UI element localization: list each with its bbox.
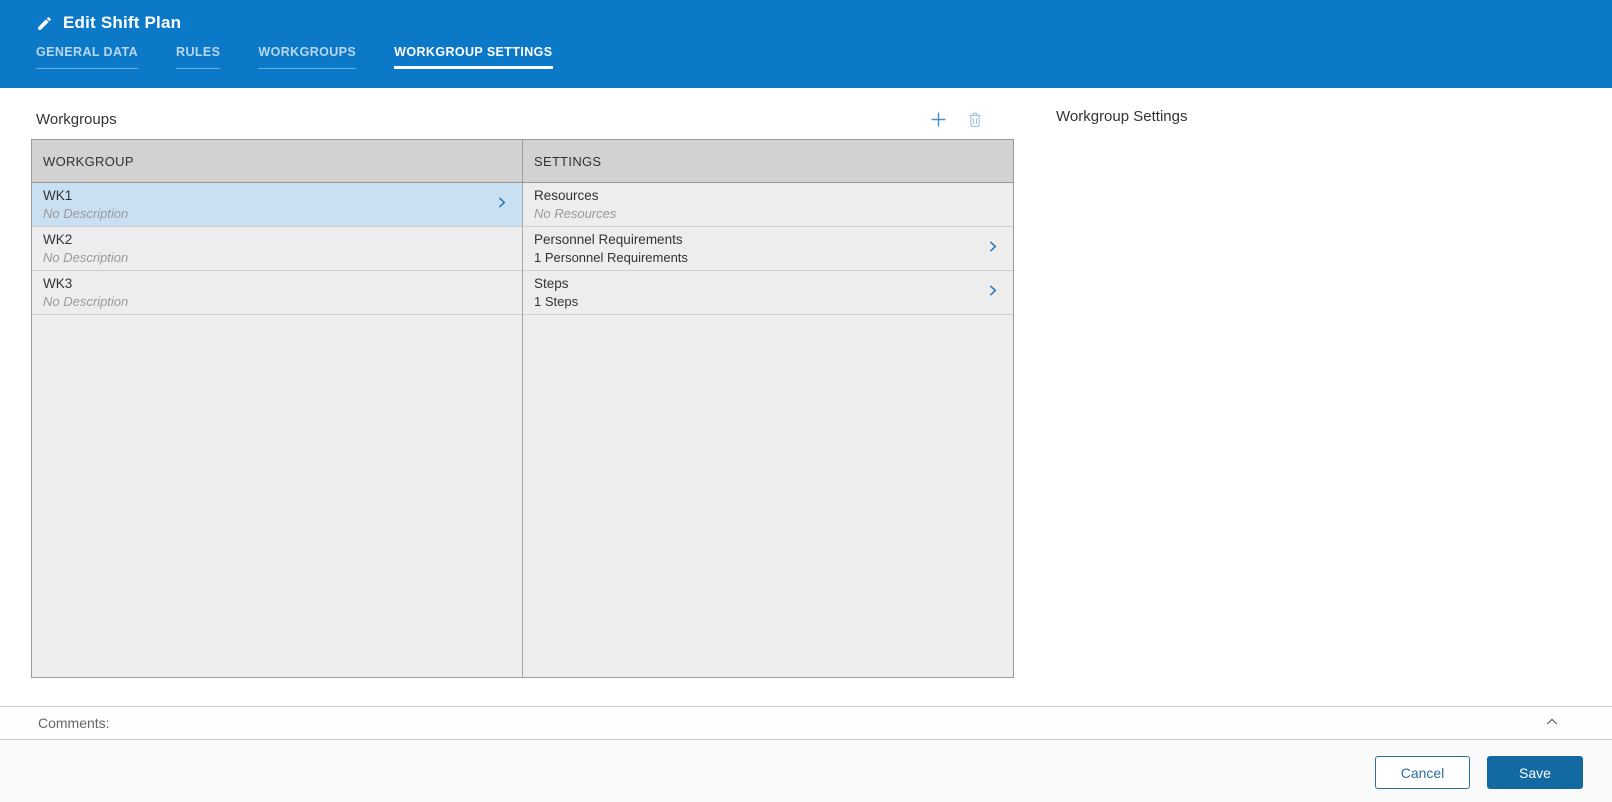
workgroup-cell: WK3 No Description (43, 275, 128, 311)
workgroup-description: No Description (43, 249, 128, 267)
chevron-right-icon (984, 282, 1001, 304)
tab-bar: GENERAL DATA RULES WORKGROUPS WORKGROUP … (36, 45, 1612, 69)
settings-title: Personnel Requirements (534, 231, 688, 249)
main-content: Workgroups WORKGROUP SETTINGS (0, 88, 1612, 706)
workgroup-cell: WK2 No Description (43, 231, 128, 267)
settings-title: Resources (534, 187, 616, 205)
workgroups-table: WORKGROUP SETTINGS WK1 No Description (31, 139, 1014, 678)
footer: Cancel Save (0, 740, 1612, 802)
edit-shift-plan-dialog: Edit Shift Plan GENERAL DATA RULES WORKG… (0, 0, 1612, 802)
chevron-right-icon (984, 238, 1001, 260)
header: Edit Shift Plan GENERAL DATA RULES WORKG… (0, 0, 1612, 88)
title-row: Edit Shift Plan (36, 13, 1612, 33)
settings-cell: Personnel Requirements 1 Personnel Requi… (534, 231, 688, 267)
workgroup-cell: WK1 No Description (43, 187, 128, 223)
settings-subtitle: 1 Steps (534, 293, 578, 311)
chevron-up-icon (1544, 714, 1560, 733)
settings-row-steps[interactable]: Steps 1 Steps (523, 271, 1013, 315)
cancel-button[interactable]: Cancel (1375, 756, 1470, 789)
tab-rules[interactable]: RULES (176, 45, 220, 69)
settings-column: Resources No Resources Personnel Require… (522, 183, 1013, 677)
column-header-workgroup: WORKGROUP (32, 140, 522, 182)
workgroup-name: WK1 (43, 187, 128, 205)
workgroup-settings-panel-title: Workgroup Settings (1056, 108, 1187, 125)
settings-cell: Resources No Resources (534, 187, 616, 223)
page-title: Edit Shift Plan (63, 13, 181, 33)
table-row-wk3[interactable]: WK3 No Description (32, 271, 522, 315)
settings-title: Steps (534, 275, 578, 293)
workgroup-column: WK1 No Description WK2 No Description (32, 183, 522, 677)
settings-cell: Steps 1 Steps (534, 275, 578, 311)
comments-bar: Comments: (0, 706, 1612, 740)
settings-subtitle: 1 Personnel Requirements (534, 249, 688, 267)
workgroups-pane-header: Workgroups (31, 88, 1014, 139)
tab-workgroups[interactable]: WORKGROUPS (258, 45, 356, 69)
tab-general-data[interactable]: GENERAL DATA (36, 45, 138, 69)
workgroup-name: WK3 (43, 275, 128, 293)
workgroups-toolbar (927, 108, 1014, 130)
workgroup-description: No Description (43, 293, 128, 311)
table-body: WK1 No Description WK2 No Description (32, 183, 1013, 677)
collapse-comments-button[interactable] (1544, 714, 1560, 733)
table-header-row: WORKGROUP SETTINGS (32, 140, 1013, 183)
chevron-right-icon (493, 194, 510, 216)
settings-row-resources[interactable]: Resources No Resources (523, 183, 1013, 227)
tab-workgroup-settings[interactable]: WORKGROUP SETTINGS (394, 45, 552, 69)
save-button[interactable]: Save (1487, 756, 1583, 789)
workgroups-pane: Workgroups WORKGROUP SETTINGS (31, 88, 1014, 678)
column-header-settings: SETTINGS (522, 140, 1013, 182)
comments-label: Comments: (38, 715, 110, 731)
delete-workgroup-button[interactable] (964, 108, 986, 130)
settings-row-personnel-requirements[interactable]: Personnel Requirements 1 Personnel Requi… (523, 227, 1013, 271)
workgroup-name: WK2 (43, 231, 128, 249)
table-row-wk2[interactable]: WK2 No Description (32, 227, 522, 271)
add-workgroup-button[interactable] (927, 108, 949, 130)
table-row-wk1[interactable]: WK1 No Description (32, 183, 522, 227)
settings-subtitle: No Resources (534, 205, 616, 223)
pencil-icon (36, 15, 53, 32)
workgroups-title: Workgroups (36, 111, 117, 128)
workgroup-description: No Description (43, 205, 128, 223)
